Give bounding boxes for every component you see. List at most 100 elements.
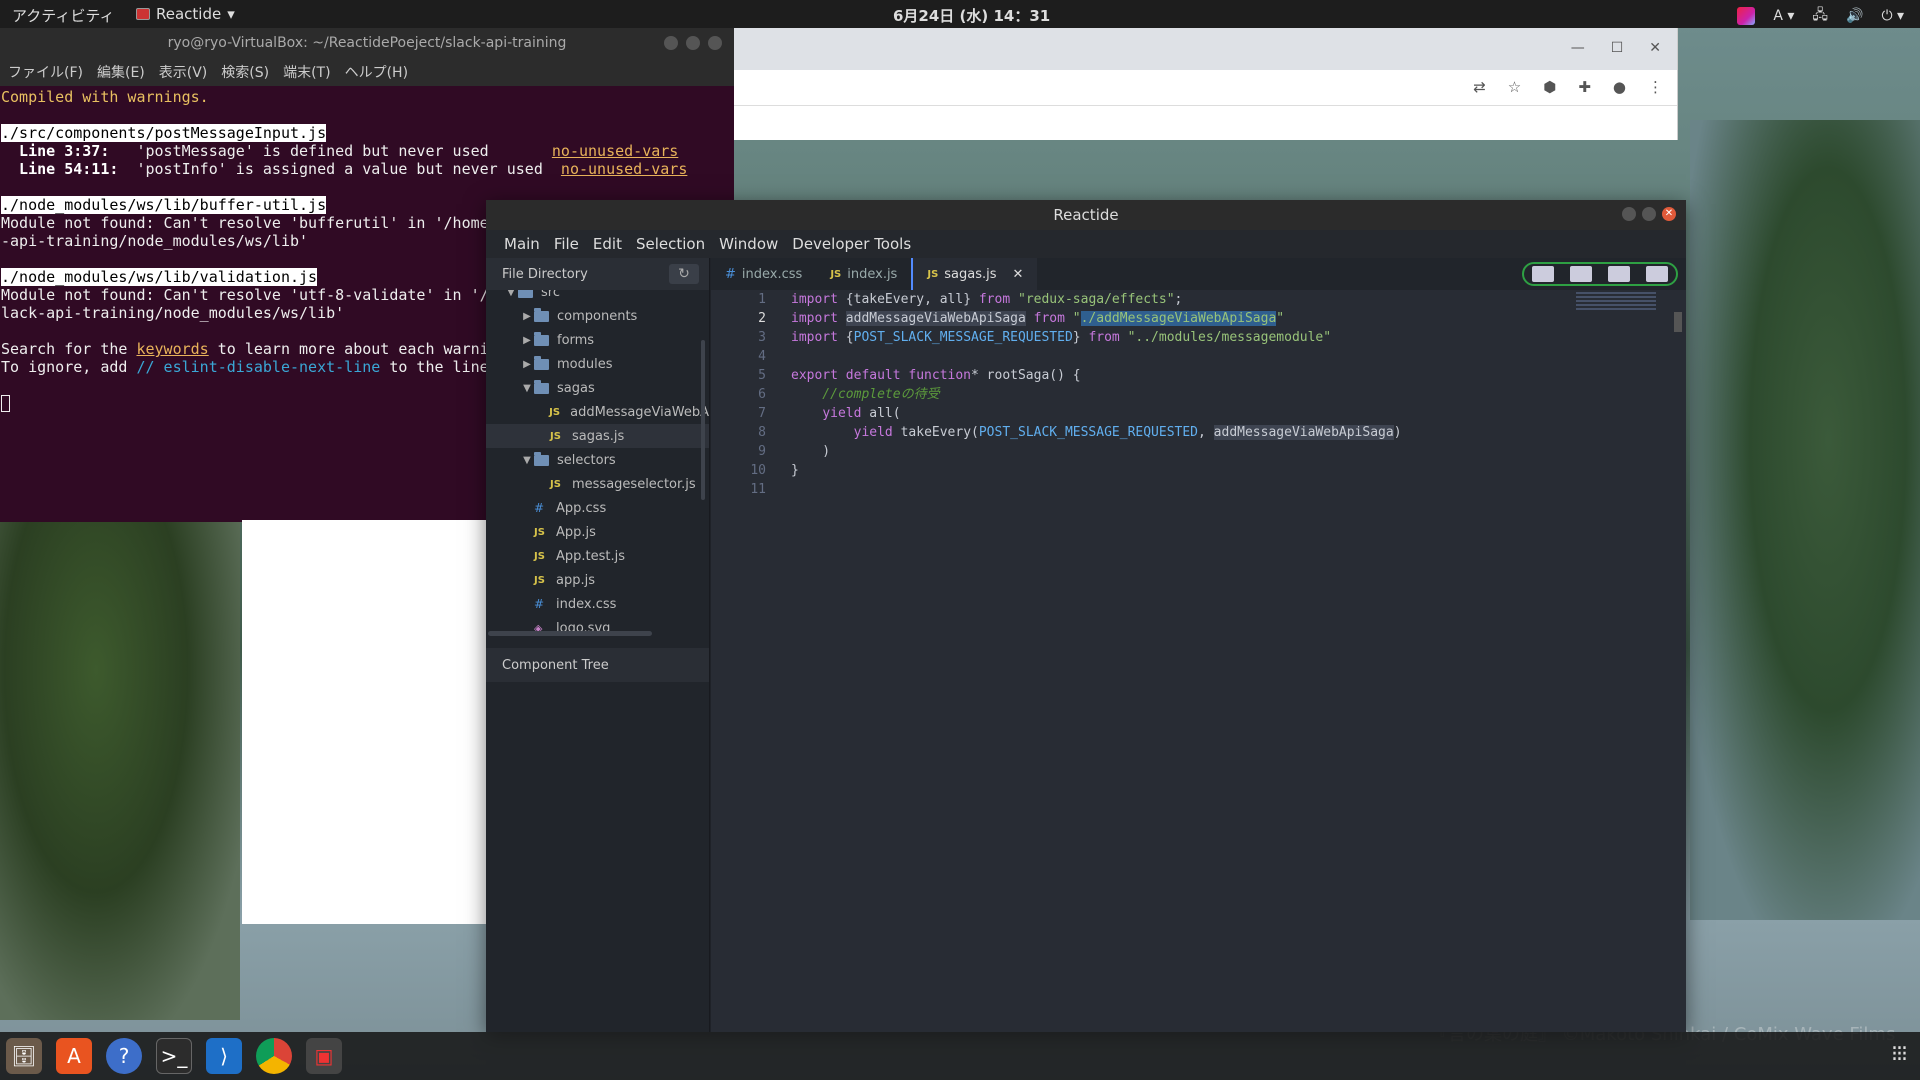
tree-item[interactable]: JS App.js <box>486 520 709 544</box>
menu-selection[interactable]: Selection <box>636 235 705 253</box>
maximize-button[interactable] <box>686 36 700 50</box>
tree-item[interactable]: ▶ forms <box>486 328 709 352</box>
more-menu-icon[interactable]: ⋮ <box>1648 78 1663 96</box>
menu-help[interactable]: ヘルプ(H) <box>345 62 408 82</box>
tree-item[interactable]: JS sagas.js <box>486 424 709 448</box>
bookmark-star-icon[interactable]: ☆ <box>1508 78 1521 96</box>
extension-icon[interactable]: ⬢ <box>1543 78 1556 96</box>
compile-status: Compiled with warnings. <box>1 88 209 106</box>
tree-item[interactable]: ▶ modules <box>486 352 709 376</box>
translate-icon[interactable]: ⇄ <box>1473 78 1486 96</box>
close-button[interactable] <box>708 36 722 50</box>
tab-index-css[interactable]: # index.css <box>711 258 816 290</box>
software-center-icon[interactable]: A <box>56 1038 92 1074</box>
activities-button[interactable]: アクティビティ <box>12 5 114 26</box>
split-top-icon[interactable] <box>1570 266 1592 282</box>
tab-sagas-js[interactable]: JS sagas.js ✕ <box>911 258 1038 290</box>
reactide-app-icon <box>136 8 150 20</box>
hint-text: Search for the <box>1 340 137 358</box>
terminal-app-icon[interactable]: >_ <box>156 1038 192 1074</box>
menu-edit[interactable]: Edit <box>593 235 622 253</box>
rule-link[interactable]: no-unused-vars <box>561 160 687 178</box>
component-tree-header[interactable]: Component Tree <box>486 648 709 682</box>
puzzle-icon[interactable]: ✚ <box>1578 78 1591 96</box>
split-left-icon[interactable] <box>1532 266 1554 282</box>
input-method-indicator[interactable]: A ▾ <box>1773 8 1794 24</box>
clock[interactable]: 6月24日 (水) 14：31 <box>893 5 1050 26</box>
menu-search[interactable]: 検索(S) <box>221 62 269 82</box>
code-area[interactable]: 1 import {takeEvery, all} from "redux-sag… <box>711 290 1686 499</box>
split-window-icon[interactable] <box>1608 266 1630 282</box>
volume-icon[interactable]: 🔊 <box>1846 8 1863 24</box>
vscode-app-icon[interactable]: ⟩ <box>206 1038 242 1074</box>
line-number: 11 <box>750 482 766 497</box>
tree-item[interactable]: JS addMessageViaWebA <box>486 400 709 424</box>
network-icon[interactable]: 🖧 <box>1812 4 1828 28</box>
profile-avatar-icon[interactable]: ● <box>1613 78 1626 96</box>
tree-item[interactable]: # App.css <box>486 496 709 520</box>
tree-item[interactable]: JS app.js <box>486 568 709 592</box>
code-line: 9 ) <box>711 442 1686 461</box>
tree-item[interactable]: ▶ components <box>486 304 709 328</box>
show-applications-icon[interactable]: ⁝⁝⁝ <box>1891 1042 1908 1067</box>
close-button[interactable]: ✕ <box>1662 207 1676 221</box>
tree-item[interactable]: JS messageselector.js <box>486 472 709 496</box>
help-icon[interactable]: ? <box>106 1038 142 1074</box>
reactide-window[interactable]: Reactide ✕ Main File Edit Selection Wind… <box>486 200 1686 1032</box>
tree-item[interactable]: ▼ src <box>486 290 709 304</box>
code-line: 1 import {takeEvery, all} from "redux-sag… <box>711 290 1686 309</box>
browser-window[interactable]: — ☐ ✕ ⇄ ☆ ⬢ ✚ ● ⋮ <box>734 28 1678 140</box>
tree-item-label: sagas <box>557 380 595 396</box>
power-icon[interactable]: ⏻ ▾ <box>1881 8 1904 24</box>
tree-item-label: addMessageViaWebA <box>570 404 709 420</box>
reactide-tray-icon[interactable] <box>1737 7 1756 25</box>
js-file-icon: JS <box>534 526 545 538</box>
split-bottom-icon[interactable] <box>1646 266 1668 282</box>
close-icon[interactable]: ✕ <box>1649 40 1661 56</box>
minimize-button[interactable] <box>1622 207 1636 221</box>
tree-item[interactable]: ▼ sagas <box>486 376 709 400</box>
tab-index-js[interactable]: JS index.js <box>816 258 911 290</box>
menu-file[interactable]: File <box>554 235 579 253</box>
refresh-icon[interactable]: ↻ <box>669 264 699 284</box>
app-menu[interactable]: Reactide ▾ <box>136 5 235 23</box>
reactide-titlebar[interactable]: Reactide ✕ <box>486 200 1686 230</box>
menu-view[interactable]: 表示(V) <box>159 62 208 82</box>
line-number: 8 <box>758 425 766 440</box>
browser-titlebar[interactable]: — ☐ ✕ <box>734 28 1677 70</box>
tree-item[interactable]: # index.css <box>486 592 709 616</box>
minimize-icon[interactable]: — <box>1571 40 1585 56</box>
code-line: 11 <box>711 480 1686 499</box>
maximize-button[interactable] <box>1642 207 1656 221</box>
reactide-app-icon[interactable]: ▣ <box>306 1038 342 1074</box>
hint-text: to the line <box>380 358 489 376</box>
chrome-app-icon[interactable] <box>256 1038 292 1074</box>
terminal-titlebar[interactable]: ryo@ryo-VirtualBox: ~/ReactidePoeject/sl… <box>0 28 734 58</box>
system-tray[interactable]: A ▾ 🖧 🔊 ⏻ ▾ <box>1737 4 1904 28</box>
file-tree[interactable]: ▼ src ▶ components ▶ forms ▶ modules ▼ sagas JS add… <box>486 290 709 638</box>
tree-item[interactable]: ▼ selectors <box>486 448 709 472</box>
menu-window[interactable]: Window <box>719 235 778 253</box>
keywords-link[interactable]: keywords <box>136 340 208 358</box>
menu-main[interactable]: Main <box>504 235 540 253</box>
menu-file[interactable]: ファイル(F) <box>8 62 83 82</box>
js-file-icon: JS <box>534 550 545 562</box>
component-tree-title: Component Tree <box>502 657 609 673</box>
folder-icon <box>534 355 549 370</box>
files-app-icon[interactable]: 🗄 <box>6 1038 42 1074</box>
chevron-right-icon: ▶ <box>523 310 531 322</box>
menu-developer-tools[interactable]: Developer Tools <box>792 235 911 253</box>
menu-edit[interactable]: 編集(E) <box>97 62 145 82</box>
js-file-icon: JS <box>550 478 561 490</box>
rule-link[interactable]: no-unused-vars <box>552 142 678 160</box>
tree-scrollbar[interactable] <box>701 340 705 500</box>
line-number: 6 <box>758 387 766 402</box>
close-tab-icon[interactable]: ✕ <box>1013 267 1024 282</box>
maximize-icon[interactable]: ☐ <box>1611 40 1624 56</box>
tree-horizontal-scrollbar[interactable] <box>488 631 652 636</box>
tree-item[interactable]: JS App.test.js <box>486 544 709 568</box>
chevron-down-icon: ▼ <box>523 382 531 394</box>
menu-terminal[interactable]: 端末(T) <box>283 62 330 82</box>
minimize-button[interactable] <box>664 36 678 50</box>
code-editor[interactable]: # index.css JS index.js JS sagas.js ✕ 1 <box>711 258 1686 1032</box>
